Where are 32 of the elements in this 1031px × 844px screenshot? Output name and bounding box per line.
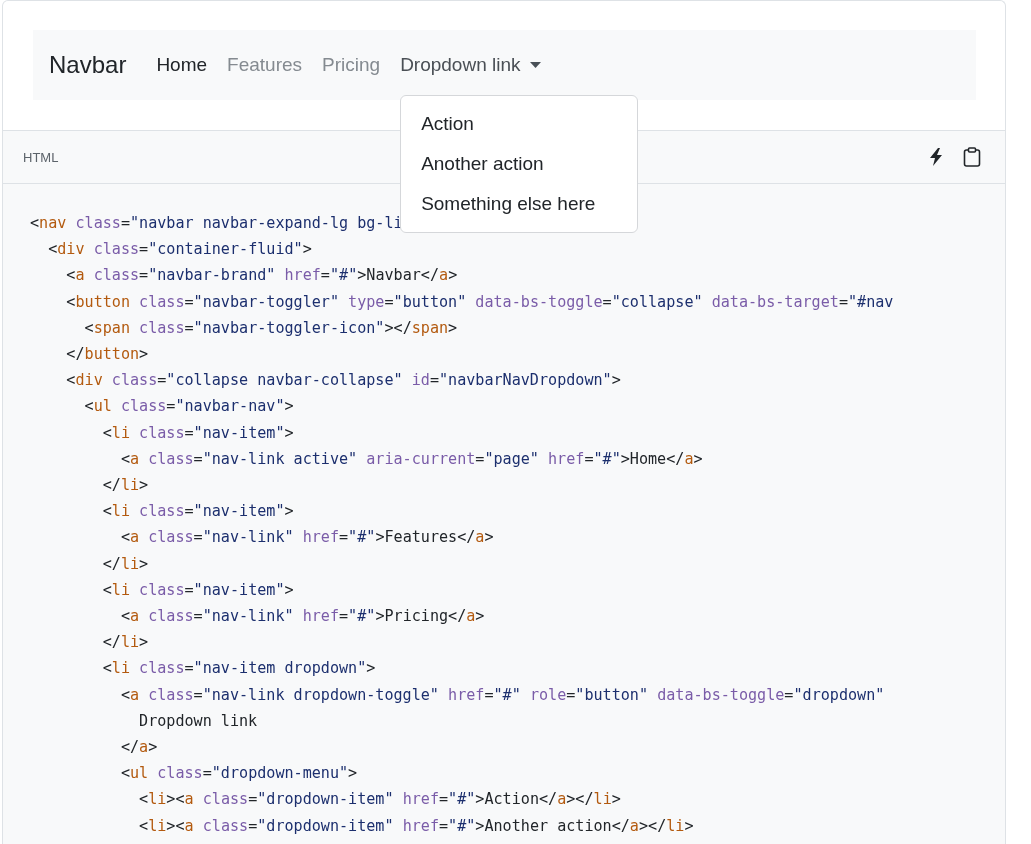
dropdown-toggle[interactable]: Dropdown link — [390, 54, 551, 76]
code-line: <div class="collapse navbar-collapse" id="navbarNavDropdown"> — [65, 370, 621, 392]
code-line: <a class="nav-link" href="#">Features</a> — [119, 527, 494, 549]
code-line: <a class="nav-link active" aria-current="page" href="#">Home</a> — [119, 448, 703, 470]
code-line: <li class="nav-item"> — [101, 501, 294, 523]
language-label: HTML — [23, 149, 59, 165]
code-line: <nav class="navbar navbar-expand-lg bg-li — [30, 213, 403, 234]
code-line: </li> — [101, 553, 149, 575]
caret-icon — [529, 62, 541, 68]
code-line: </button> — [65, 344, 149, 365]
code-line: <li><a class="dropdown-item" href="#">Another action</a></li> — [138, 815, 694, 837]
code-line: </li> — [101, 632, 149, 654]
code-line: </a> — [119, 737, 158, 759]
navbar-brand[interactable]: Navbar — [49, 51, 127, 79]
code-line: <li class="nav-item"> — [101, 579, 294, 601]
code-line: <li><a class="dropdown-item" href="#">Action</a></li> — [138, 789, 621, 811]
code-line: <a class="nav-link dropdown-toggle" href="#" role="button" data-bs-toggle="dropdown" — [119, 684, 885, 706]
dropdown-item[interactable]: Action — [401, 104, 638, 144]
code-line: </li> — [101, 475, 149, 497]
code-line: <li class="nav-item dropdown"> — [101, 658, 376, 680]
code-line: <div class="container-fluid"> — [47, 239, 312, 261]
code-line: <a class="navbar-brand" href="#">Navbar</a> — [65, 265, 458, 287]
code-line: <a class="nav-link" href="#">Pricing</a> — [119, 606, 485, 628]
nav-link[interactable]: Home — [156, 54, 218, 76]
code-line: <ul class="navbar-nav"> — [83, 396, 294, 418]
code-line: <span class="navbar-toggler-icon"></span> — [83, 317, 458, 339]
code-line: Dropdown link — [138, 710, 258, 732]
code-line: <button class="navbar-toggler" type="button" data-bs-toggle="collapse" data-bs-target="#nav — [65, 291, 894, 313]
code-line: <ul class="dropdown-menu"> — [119, 763, 358, 785]
dropdown-item[interactable]: Another action — [401, 144, 638, 184]
dropdown-item[interactable]: Something else here — [401, 184, 638, 224]
code-line: <li class="nav-item"> — [101, 422, 294, 444]
